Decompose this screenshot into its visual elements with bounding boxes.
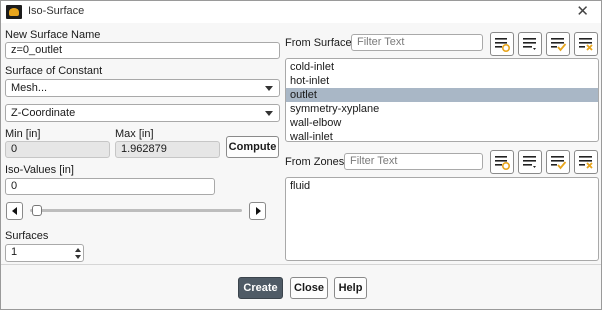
surface-of-constant-quantity-select[interactable]: Z-Coordinate — [5, 104, 280, 122]
from-zones-filter-input[interactable]: Filter Text — [344, 153, 483, 170]
min-value-field: 0 — [5, 141, 110, 158]
from-surface-list[interactable]: cold-inlet hot-inlet outlet symmetry-xyplan… — [285, 58, 599, 142]
spin-up-icon[interactable] — [75, 248, 81, 252]
list-item[interactable]: hot-inlet — [286, 74, 598, 88]
list-item[interactable]: fluid — [286, 179, 598, 193]
list-item[interactable]: symmetry-xyplane — [286, 102, 598, 116]
filter-select-icon — [495, 38, 511, 53]
filter-select-button[interactable] — [490, 32, 514, 56]
filter-list-icon — [523, 156, 536, 168]
surface-of-constant-label: Surface of Constant — [5, 65, 103, 77]
category-select-value: Mesh... — [11, 82, 48, 94]
from-zones-label: From Zones — [285, 156, 345, 168]
filter-select-icon — [495, 156, 511, 171]
footer-divider — [1, 264, 601, 265]
list-item[interactable]: wall-inlet — [286, 130, 598, 141]
iso-surface-dialog: Iso-Surface ✕ New Surface Name z=0_outle… — [0, 0, 602, 310]
chevron-down-icon — [265, 86, 273, 91]
quantity-select-value: Z-Coordinate — [11, 107, 76, 119]
deselect-all-button[interactable] — [574, 32, 598, 56]
app-logo-icon — [6, 5, 22, 19]
min-label: Min [in] — [5, 128, 41, 140]
select-all-icon — [551, 38, 567, 52]
filter-list-icon — [523, 38, 536, 50]
from-surface-filter-input[interactable]: Filter Text — [351, 34, 483, 51]
iso-values-label: Iso-Values [in] — [5, 164, 74, 176]
title-bar: Iso-Surface ✕ — [1, 1, 601, 23]
surface-of-constant-category-select[interactable]: Mesh... — [5, 79, 280, 97]
select-all-button[interactable] — [546, 32, 570, 56]
window-title: Iso-Surface — [28, 5, 85, 17]
close-window-icon[interactable]: ✕ — [576, 2, 589, 20]
max-label: Max [in] — [115, 128, 154, 140]
create-button[interactable]: Create — [238, 277, 283, 299]
list-item[interactable]: wall-elbow — [286, 116, 598, 130]
arrow-left-icon — [12, 207, 17, 215]
compute-button[interactable]: Compute — [226, 136, 279, 158]
iso-values-input[interactable]: 0 — [5, 178, 215, 195]
list-item[interactable]: cold-inlet — [286, 60, 598, 74]
spin-down-icon[interactable] — [75, 255, 81, 259]
from-zones-list[interactable]: fluid — [285, 177, 599, 261]
list-item[interactable]: outlet — [286, 88, 598, 102]
filter-list-button[interactable] — [518, 32, 542, 56]
zones-filter-select-button[interactable] — [490, 150, 514, 174]
new-surface-name-input[interactable]: z=0_outlet — [5, 42, 280, 59]
surfaces-label: Surfaces — [5, 230, 49, 242]
zones-select-all-button[interactable] — [546, 150, 570, 174]
surfaces-value: 1 — [11, 246, 18, 258]
chevron-down-icon — [265, 111, 273, 116]
deselect-all-icon — [579, 38, 593, 51]
iso-value-slider-track[interactable] — [30, 209, 242, 212]
surfaces-stepper[interactable]: 1 — [5, 244, 84, 262]
select-all-icon — [551, 156, 567, 170]
deselect-all-icon — [579, 156, 593, 169]
new-surface-name-label: New Surface Name — [5, 29, 101, 41]
max-value-field: 1.962879 — [115, 141, 220, 158]
close-button[interactable]: Close — [290, 277, 328, 299]
slider-decrement-button[interactable] — [6, 202, 23, 220]
slider-increment-button[interactable] — [249, 202, 266, 220]
arrow-right-icon — [256, 207, 261, 215]
zones-filter-list-button[interactable] — [518, 150, 542, 174]
zones-deselect-all-button[interactable] — [574, 150, 598, 174]
from-surface-label: From Surface — [285, 37, 352, 49]
iso-value-slider-thumb[interactable] — [32, 205, 42, 216]
help-button[interactable]: Help — [334, 277, 367, 299]
